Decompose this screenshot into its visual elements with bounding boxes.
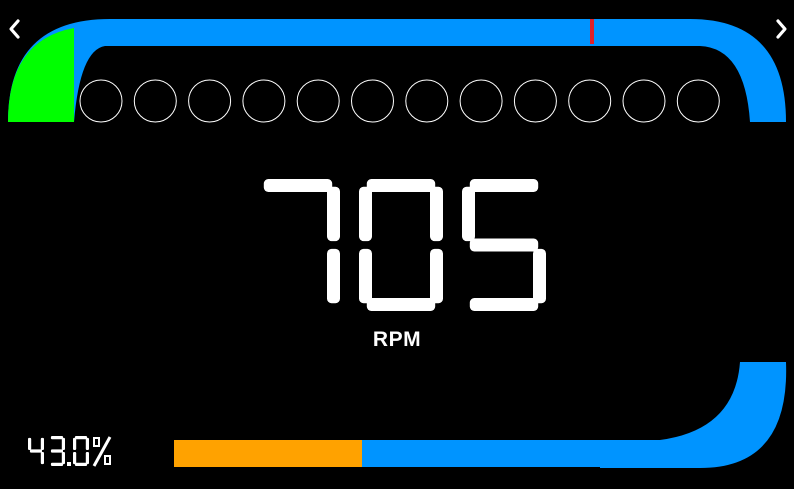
shift-light <box>405 79 449 123</box>
dashboard-screen: 705 RPM 43.0% <box>0 0 794 489</box>
chevron-left-icon[interactable] <box>4 14 26 44</box>
percent-decimal-point <box>67 462 71 466</box>
rpm-digit <box>462 179 546 311</box>
rpm-digit <box>359 179 443 311</box>
shift-light <box>242 79 286 123</box>
percent-sign <box>92 436 112 467</box>
bottom-arc-blue <box>600 362 787 468</box>
shift-light <box>351 79 394 123</box>
percent-digit <box>28 437 44 465</box>
redline-marker <box>590 19 594 44</box>
throttle-bar-fill <box>174 440 363 467</box>
percent-digit <box>50 436 65 466</box>
shift-light <box>568 79 612 123</box>
rpm-digit <box>263 179 340 304</box>
throttle-bar <box>174 440 612 467</box>
shift-light <box>79 79 123 123</box>
percent-readout: 43.0% <box>28 434 138 468</box>
chevron-right-icon[interactable] <box>770 14 792 44</box>
shift-light <box>513 79 557 123</box>
shift-lights <box>79 79 720 123</box>
shift-light <box>133 79 177 123</box>
shift-light <box>459 79 503 123</box>
shift-light <box>676 79 720 123</box>
rpm-value <box>263 179 546 311</box>
top-arc-blue <box>8 19 786 122</box>
percent-readout-digits <box>28 436 112 467</box>
shift-light <box>622 79 666 123</box>
shift-light <box>296 79 340 123</box>
rpm-unit-label: RPM <box>372 328 422 351</box>
percent-digit <box>73 436 89 466</box>
shift-light <box>188 79 232 123</box>
